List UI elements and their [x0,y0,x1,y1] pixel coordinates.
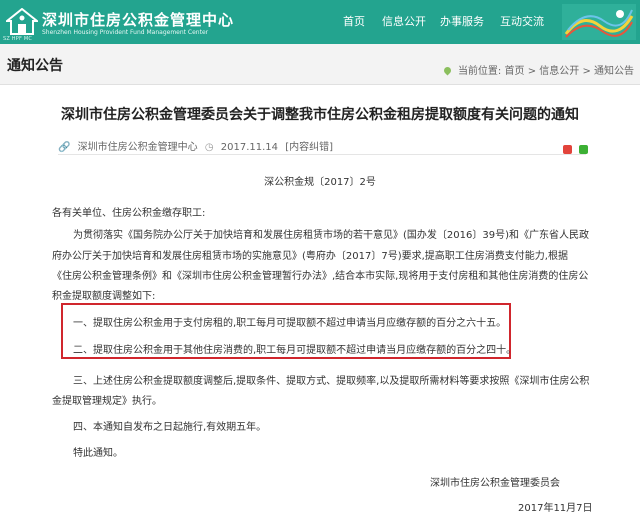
nav-services[interactable]: 办事服务 [434,0,490,44]
nav-home[interactable]: 首页 [334,0,374,44]
site-subtitle-en: Shenzhen Housing Provident Fund Manageme… [42,29,209,36]
article-source: 深圳市住房公积金管理中心 [77,142,198,153]
logo-caption: SZ HPF MC [3,36,33,42]
share-buttons [561,139,589,158]
article-meta: 🔗 深圳市住房公积金管理中心 ◷ 2017.11.14 [内容纠错] [58,138,337,153]
item-2-other-housing: 二、提取住房公积金用于其他住房消费的,职工每月可提取额不超过申请当月应缴存额的百… [73,345,517,356]
salutation: 各有关单位、住房公积金缴存职工: [52,208,206,219]
location-pin-icon [442,65,453,76]
nav-info-disclosure[interactable]: 信息公开 [376,0,432,44]
clock-icon: ◷ [204,142,214,153]
page-title: 通知公告 [7,58,63,74]
item-3-line1: 三、上述住房公积金提取额度调整后,提取条件、提取方式、提取频率,以及提取所需材料… [73,376,590,387]
content-correction-link[interactable]: [内容纠错] [285,142,333,153]
para1-line3: 《住房公积金管理条例》和《深圳市住房公积金管理暂行办法》,结合本市实际,现将用于… [52,271,589,282]
breadcrumb-item-info[interactable]: 信息公开 [539,66,579,77]
weibo-share-icon[interactable] [563,145,572,154]
attachment-clip-icon: 🔗 [58,142,71,153]
item-1-rent: 一、提取住房公积金用于支付房租的,职工每月可提取额不超过申请当月应缴存额的百分之… [73,318,507,329]
breadcrumb: 当前位置: 首页 > 信息公开 > 通知公告 [442,62,634,77]
meta-divider [58,154,586,155]
site-title[interactable]: 深圳市住房公积金管理中心 [42,9,234,30]
para1-line4: 积金提取额度调整如下: [52,291,156,302]
breadcrumb-separator: > [582,66,594,77]
para1-line1: 为贯彻落实《国务院办公厅关于加快培育和发展住房租赁市场的若干意见》(国办发〔20… [73,230,589,241]
breadcrumb-item-notices[interactable]: 通知公告 [594,66,634,77]
wechat-share-icon[interactable] [579,145,589,154]
breadcrumb-prefix: 当前位置: [457,66,502,77]
breadcrumb-item-home[interactable]: 首页 [505,66,525,77]
article-date: 2017.11.14 [220,142,279,153]
article-title: 深圳市住房公积金管理委员会关于调整我市住房公积金租房提取额度有关问题的通知 [61,107,579,123]
para1-line2: 府办公厅关于加快培育和发展住房租赁市场的实施意见》(粤府办〔2017〕7号)要求… [52,251,568,262]
site-header: SZ HPF MC 深圳市住房公积金管理中心 Shenzhen Housing … [0,0,640,44]
signature: 深圳市住房公积金管理委员会 [430,478,560,489]
closing: 特此通知。 [73,448,123,459]
item-3-line2: 金提取管理规定》执行。 [52,396,162,407]
breadcrumb-separator: > [527,66,540,77]
nav-interaction[interactable]: 互动交流 [494,0,550,44]
item-4: 四、本通知自发布之日起施行,有效期五年。 [73,422,267,433]
campaign-logo-icon [562,4,636,40]
document-number: 深公积金规〔2017〕2号 [264,177,376,188]
sign-date: 2017年11月7日 [518,503,593,514]
housing-fund-logo-icon [6,8,38,35]
